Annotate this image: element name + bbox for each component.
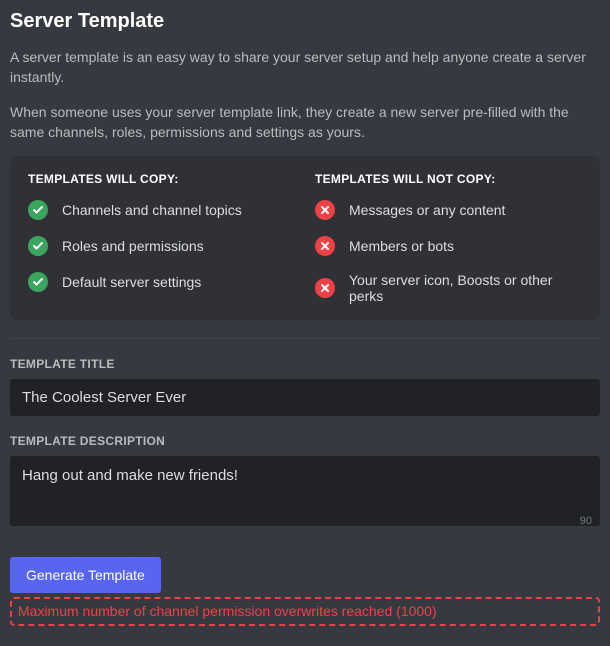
not-copy-item: Messages or any content [315, 200, 582, 220]
error-message: Maximum number of channel permission ove… [10, 597, 600, 626]
not-copy-item-label: Your server icon, Boosts or other perks [349, 272, 582, 304]
template-title-input[interactable] [10, 379, 600, 416]
template-description-input[interactable] [10, 456, 600, 526]
will-copy-header: Templates will copy: [28, 172, 295, 186]
cross-icon [315, 200, 335, 220]
check-icon [28, 200, 48, 220]
cross-icon [315, 278, 335, 298]
template-title-label: Template Title [10, 357, 600, 371]
copy-item-label: Roles and permissions [62, 238, 204, 254]
copy-item: Roles and permissions [28, 236, 295, 256]
page-description-2: When someone uses your server template l… [10, 102, 600, 143]
template-description-field: Template Description 90 [10, 434, 600, 531]
check-icon [28, 236, 48, 256]
divider [10, 338, 600, 339]
will-copy-column: Templates will copy: Channels and channe… [28, 172, 295, 304]
copy-item-label: Default server settings [62, 274, 201, 290]
copy-item: Default server settings [28, 272, 295, 292]
will-not-copy-column: Templates will not copy: Messages or any… [315, 172, 582, 304]
copy-item-label: Channels and channel topics [62, 202, 242, 218]
page-title: Server Template [10, 10, 600, 33]
not-copy-item: Members or bots [315, 236, 582, 256]
will-not-copy-header: Templates will not copy: [315, 172, 582, 186]
not-copy-item-label: Members or bots [349, 238, 454, 254]
copy-info-card: Templates will copy: Channels and channe… [10, 156, 600, 320]
check-icon [28, 272, 48, 292]
cross-icon [315, 236, 335, 256]
template-title-field: Template Title [10, 357, 600, 416]
template-description-label: Template Description [10, 434, 600, 448]
not-copy-item: Your server icon, Boosts or other perks [315, 272, 582, 304]
char-count: 90 [580, 515, 592, 527]
server-template-settings: Server Template A server template is an … [0, 0, 610, 636]
page-description-1: A server template is an easy way to shar… [10, 47, 600, 88]
generate-template-button[interactable]: Generate Template [10, 557, 161, 593]
not-copy-item-label: Messages or any content [349, 202, 505, 218]
copy-item: Channels and channel topics [28, 200, 295, 220]
